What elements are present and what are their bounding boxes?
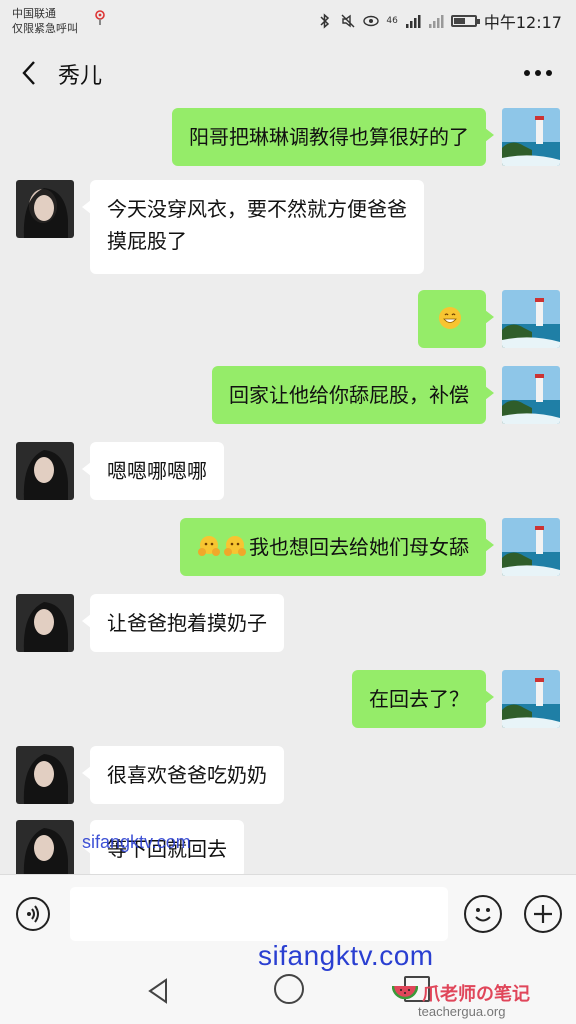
message-bubble[interactable] [418, 290, 494, 348]
woman-avatar-icon [16, 442, 74, 500]
smiley-icon [475, 908, 491, 922]
eye-icon [363, 15, 380, 27]
chevron-left-icon [22, 61, 35, 85]
nav-back-icon[interactable] [144, 976, 174, 1006]
nav-home-icon[interactable] [274, 974, 304, 1004]
watermelon-icon [392, 985, 418, 1000]
mute-icon [341, 14, 355, 28]
message-bubble[interactable]: 回家让他给你舔屁股，补偿 [212, 366, 494, 424]
chat-title: 秀儿 [58, 64, 103, 89]
lighthouse-avatar-icon [502, 518, 560, 576]
battery-icon [450, 15, 480, 27]
message-list[interactable]: 阳哥把琳琳调教得也算很好的了 今天没穿风衣，要不然就方便爸爸 摸屁股了 回家让他… [0, 102, 576, 874]
woman-avatar-icon [16, 746, 74, 804]
message-bubble[interactable]: 嗯嗯哪嗯哪 [82, 442, 224, 500]
avatar[interactable] [502, 366, 560, 424]
chat-header: 秀儿 [0, 44, 576, 102]
message-row [0, 290, 576, 348]
message-row: 让爸爸抱着摸奶子 [0, 594, 576, 652]
woman-avatar-icon [16, 594, 74, 652]
carrier-status: 仅限紧急呼叫 [12, 22, 78, 35]
message-bubble[interactable]: 在回去了？ [352, 670, 494, 728]
avatar[interactable] [502, 518, 560, 576]
network-type-label: 46 [386, 15, 398, 26]
avatar[interactable] [502, 670, 560, 728]
status-icons: 46 中午12:17 [317, 10, 562, 32]
message-row: 今天没穿风衣，要不然就方便爸爸 摸屁股了 [0, 180, 576, 274]
message-text: 很喜欢爸爸吃奶奶 [107, 763, 267, 787]
blush-hands-emoji-icon [224, 536, 246, 556]
back-button[interactable] [12, 56, 46, 90]
watermark-logo: 爪老师の笔记 [392, 980, 530, 1006]
message-text-line: 摸屁股了 [107, 229, 187, 253]
avatar[interactable] [16, 594, 74, 652]
status-bar: 中国联通 仅限紧急呼叫 46 中午12:17 [0, 0, 576, 44]
lighthouse-avatar-icon [502, 366, 560, 424]
battery-level [453, 18, 465, 24]
emoji-button[interactable] [464, 895, 502, 933]
message-row: 回家让他给你舔屁股，补偿 [0, 366, 576, 424]
message-text: 在回去了？ [369, 687, 469, 711]
message-text: 嗯嗯哪嗯哪 [107, 459, 207, 483]
more-functions-button[interactable] [524, 895, 562, 933]
message-text: 我也想回去给她们母女舔 [249, 535, 469, 559]
watermark-text: sifangktv.com [258, 940, 434, 971]
message-input[interactable] [70, 887, 448, 941]
woman-avatar-icon [16, 180, 74, 238]
location-pin-icon [95, 10, 105, 25]
message-text: 回家让他给你舔屁股，补偿 [229, 383, 469, 407]
watermark-text: sifangktv.com [82, 832, 191, 852]
more-button[interactable] [520, 58, 556, 88]
message-row: 很喜欢爸爸吃奶奶 [0, 746, 576, 804]
avatar[interactable] [16, 180, 74, 238]
carrier-name: 中国联通 [12, 7, 56, 20]
avatar[interactable] [502, 108, 560, 166]
woman-avatar-icon [16, 820, 74, 874]
signal-2-icon [428, 15, 444, 28]
message-bubble[interactable]: 很喜欢爸爸吃奶奶 [82, 746, 284, 804]
avatar[interactable] [16, 746, 74, 804]
more-dots-icon [524, 70, 552, 76]
grin-emoji-icon [439, 307, 461, 329]
avatar[interactable] [16, 442, 74, 500]
message-bubble[interactable]: 阳哥把琳琳调教得也算很好的了 [172, 108, 494, 166]
message-bubble[interactable]: 今天没穿风衣，要不然就方便爸爸 摸屁股了 [82, 180, 424, 274]
lighthouse-avatar-icon [502, 670, 560, 728]
bluetooth-icon [320, 13, 330, 29]
watermark-url: teacherguа.org [418, 1004, 506, 1019]
message-bubble[interactable]: 我也想回去给她们母女舔 [180, 518, 494, 576]
message-row: 嗯嗯哪嗯哪 [0, 442, 576, 500]
message-row: 阳哥把琳琳调教得也算很好的了 [0, 108, 576, 166]
message-text: 让爸爸抱着摸奶子 [107, 611, 267, 635]
voice-icon [27, 905, 39, 923]
lighthouse-avatar-icon [502, 108, 560, 166]
plus-icon [534, 905, 552, 923]
message-row: 在回去了？ [0, 670, 576, 728]
blush-hands-emoji-icon [198, 536, 220, 556]
clock: 中午12:17 [483, 13, 562, 32]
lighthouse-avatar-icon [502, 290, 560, 348]
signal-icon [405, 15, 421, 28]
avatar[interactable] [16, 820, 74, 874]
message-row: 我也想回去给她们母女舔 [0, 518, 576, 576]
message-text: 阳哥把琳琳调教得也算很好的了 [189, 125, 469, 149]
watermark-logo-text: 爪老师の笔记 [422, 984, 530, 1005]
voice-button[interactable] [16, 897, 50, 931]
carrier-info: 中国联通 仅限紧急呼叫 [12, 6, 78, 36]
avatar[interactable] [502, 290, 560, 348]
message-bubble[interactable]: 让爸爸抱着摸奶子 [82, 594, 284, 652]
message-text-line: 今天没穿风衣，要不然就方便爸爸 [107, 197, 407, 221]
